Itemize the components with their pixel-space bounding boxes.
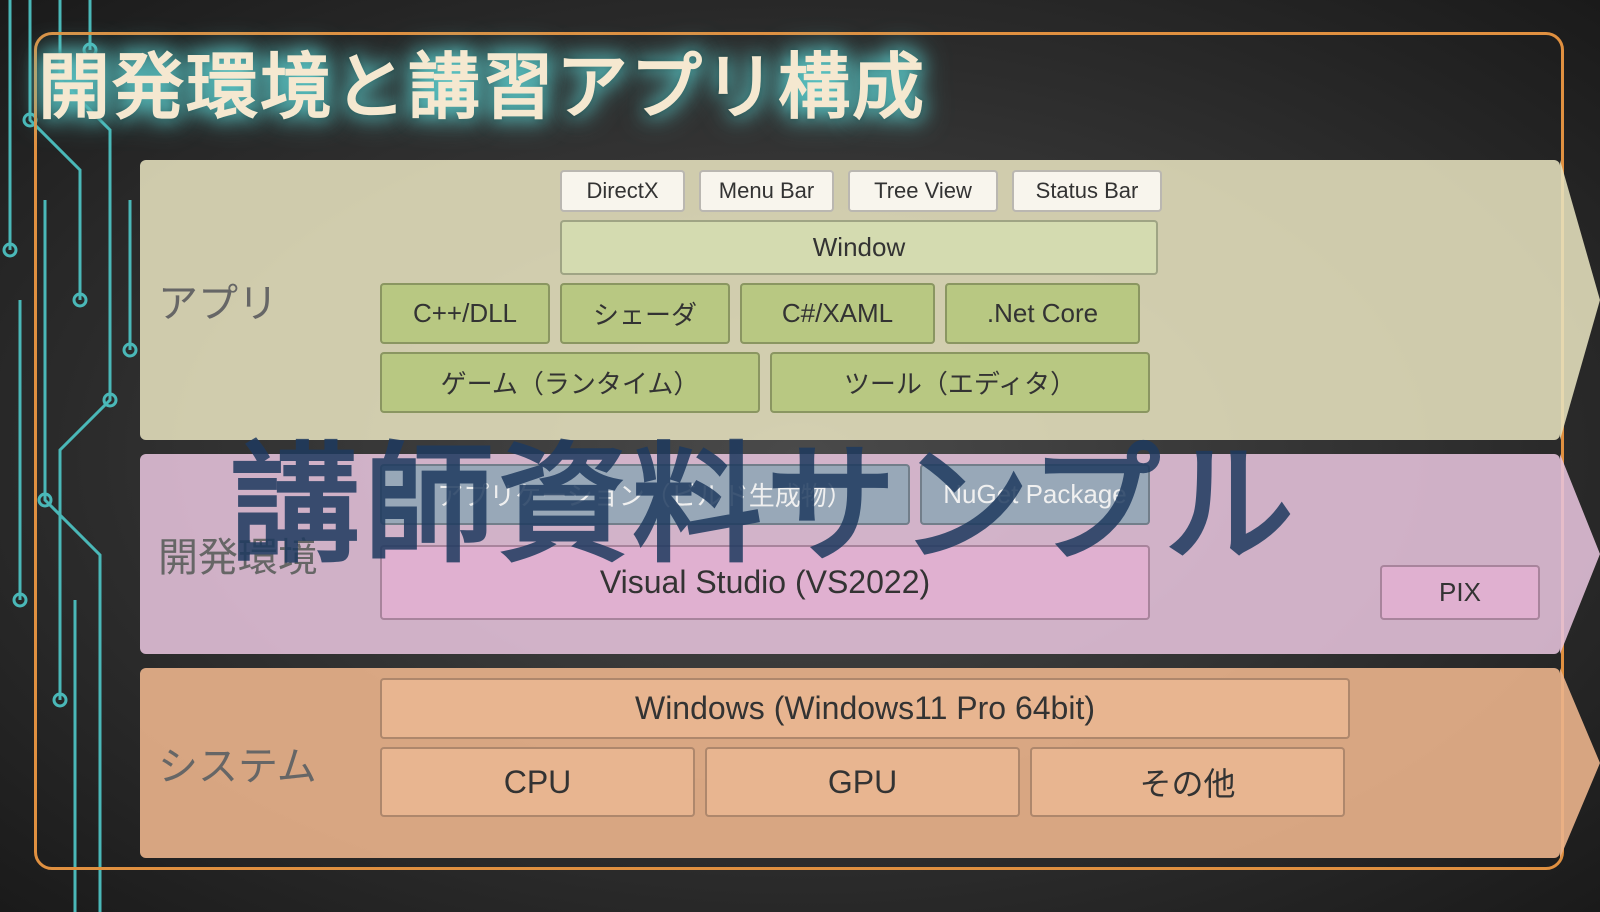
- layer-dev: 開発環境 アプリケーション（ビルド生成物） NuGet Package Visu…: [140, 454, 1560, 654]
- block-menubar: Menu Bar: [699, 170, 834, 212]
- slide-title: 開発環境と講習アプリ構成: [38, 28, 926, 133]
- block-treeview: Tree View: [848, 170, 998, 212]
- block-game-runtime: ゲーム（ランタイム）: [380, 352, 760, 413]
- layer-label-sys: システム: [158, 734, 338, 792]
- block-app-build: アプリケーション（ビルド生成物）: [380, 464, 910, 525]
- architecture-diagram: アプリ DirectX Menu Bar Tree View Status Ba…: [140, 160, 1560, 872]
- block-window: Window: [560, 220, 1158, 275]
- block-cpp-dll: C++/DLL: [380, 283, 550, 344]
- block-tool-editor: ツール（エディタ）: [770, 352, 1150, 413]
- block-csharp-xaml: C#/XAML: [740, 283, 935, 344]
- arrow-icon: [1560, 160, 1600, 440]
- block-nuget: NuGet Package: [920, 464, 1150, 525]
- block-gpu: GPU: [705, 747, 1020, 817]
- layer-sys: システム Windows (Windows11 Pro 64bit) CPU G…: [140, 668, 1560, 858]
- arrow-icon: [1560, 454, 1600, 654]
- block-windows: Windows (Windows11 Pro 64bit): [380, 678, 1350, 739]
- arrow-icon: [1560, 668, 1600, 858]
- block-shader: シェーダ: [560, 283, 730, 344]
- layer-label-app: アプリ: [158, 271, 338, 329]
- layer-label-dev: 開発環境: [158, 525, 338, 583]
- block-netcore: .Net Core: [945, 283, 1140, 344]
- block-other: その他: [1030, 747, 1345, 817]
- layer-app: アプリ DirectX Menu Bar Tree View Status Ba…: [140, 160, 1560, 440]
- block-directx: DirectX: [560, 170, 685, 212]
- block-cpu: CPU: [380, 747, 695, 817]
- block-pix: PIX: [1380, 565, 1540, 620]
- block-visual-studio: Visual Studio (VS2022): [380, 545, 1150, 620]
- block-statusbar: Status Bar: [1012, 170, 1162, 212]
